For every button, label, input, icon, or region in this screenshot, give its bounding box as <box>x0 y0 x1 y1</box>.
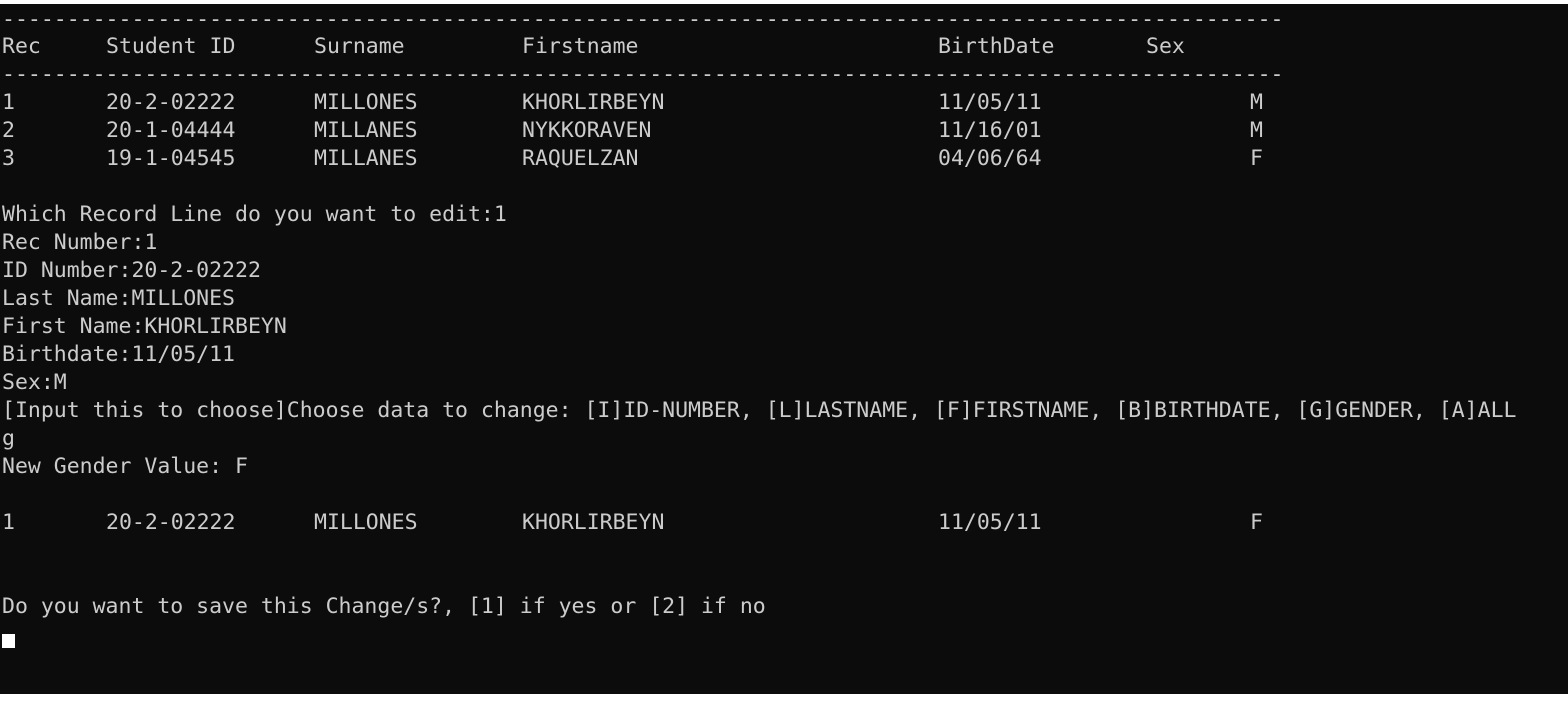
cell-rec: 3 <box>2 146 15 171</box>
cell-firstname: KHORLIRBEYN <box>522 90 665 115</box>
table-header: Rec Student ID Surname Firstname BirthDa… <box>0 33 1568 61</box>
choice-input-echo: g <box>2 426 15 451</box>
cell-rec: 1 <box>2 90 15 115</box>
cell-rec: 1 <box>2 510 15 535</box>
separator-top: ----------------------------------------… <box>2 7 1284 32</box>
id-number-line: ID Number:20-2-02222 <box>2 258 261 283</box>
last-name-line: Last Name:MILLONES <box>2 286 235 311</box>
table-row: 3 19-1-04545 MILLANES RAQUELZAN 04/06/64… <box>0 145 1568 173</box>
cell-surname: MILLONES <box>314 510 418 535</box>
cell-surname: MILLANES <box>314 146 418 171</box>
save-change-prompt: Do you want to save this Change/s?, [1] … <box>2 594 766 619</box>
console-window[interactable]: ----------------------------------------… <box>0 4 1568 694</box>
cell-sex: M <box>1250 90 1263 115</box>
cell-birthdate: 11/05/11 <box>938 90 1042 115</box>
header-rec: Rec <box>2 34 41 59</box>
cell-firstname: NYKKORAVEN <box>522 118 652 143</box>
table-row: 2 20-1-04444 MILLANES NYKKORAVEN 11/16/0… <box>0 117 1568 145</box>
header-surname: Surname <box>314 34 405 59</box>
updated-record-row: 1 20-2-02222 MILLONES KHORLIRBEYN 11/05/… <box>0 509 1568 537</box>
new-gender-line: New Gender Value: F <box>2 454 248 479</box>
header-birthdate: BirthDate <box>938 34 1055 59</box>
cell-student-id: 19-1-04545 <box>106 146 236 171</box>
cell-sex: F <box>1250 510 1263 535</box>
cell-surname: MILLONES <box>314 90 418 115</box>
cell-firstname: RAQUELZAN <box>522 146 639 171</box>
cell-sex: M <box>1250 118 1263 143</box>
birthdate-line: Birthdate:11/05/11 <box>2 342 235 367</box>
which-record-prompt: Which Record Line do you want to edit:1 <box>2 202 507 227</box>
header-sex: Sex <box>1146 34 1185 59</box>
cell-surname: MILLANES <box>314 118 418 143</box>
first-name-line: First Name:KHORLIRBEYN <box>2 314 287 339</box>
header-firstname: Firstname <box>522 34 639 59</box>
table-row: 1 20-2-02222 MILLONES KHORLIRBEYN 11/05/… <box>0 89 1568 117</box>
cell-firstname: KHORLIRBEYN <box>522 510 665 535</box>
sex-line: Sex:M <box>2 370 67 395</box>
cell-rec: 2 <box>2 118 15 143</box>
cell-birthdate: 11/16/01 <box>938 118 1042 143</box>
rec-number-line: Rec Number:1 <box>2 230 158 255</box>
cell-student-id: 20-1-04444 <box>106 118 236 143</box>
cell-birthdate: 04/06/64 <box>938 146 1042 171</box>
cell-student-id: 20-2-02222 <box>106 510 236 535</box>
header-student-id: Student ID <box>106 34 236 59</box>
text-cursor[interactable] <box>2 634 15 648</box>
cell-student-id: 20-2-02222 <box>106 90 236 115</box>
choose-data-prompt: [Input this to choose]Choose data to cha… <box>2 398 1517 423</box>
separator-bottom: ----------------------------------------… <box>2 62 1284 87</box>
cell-birthdate: 11/05/11 <box>938 510 1042 535</box>
cell-sex: F <box>1250 146 1263 171</box>
